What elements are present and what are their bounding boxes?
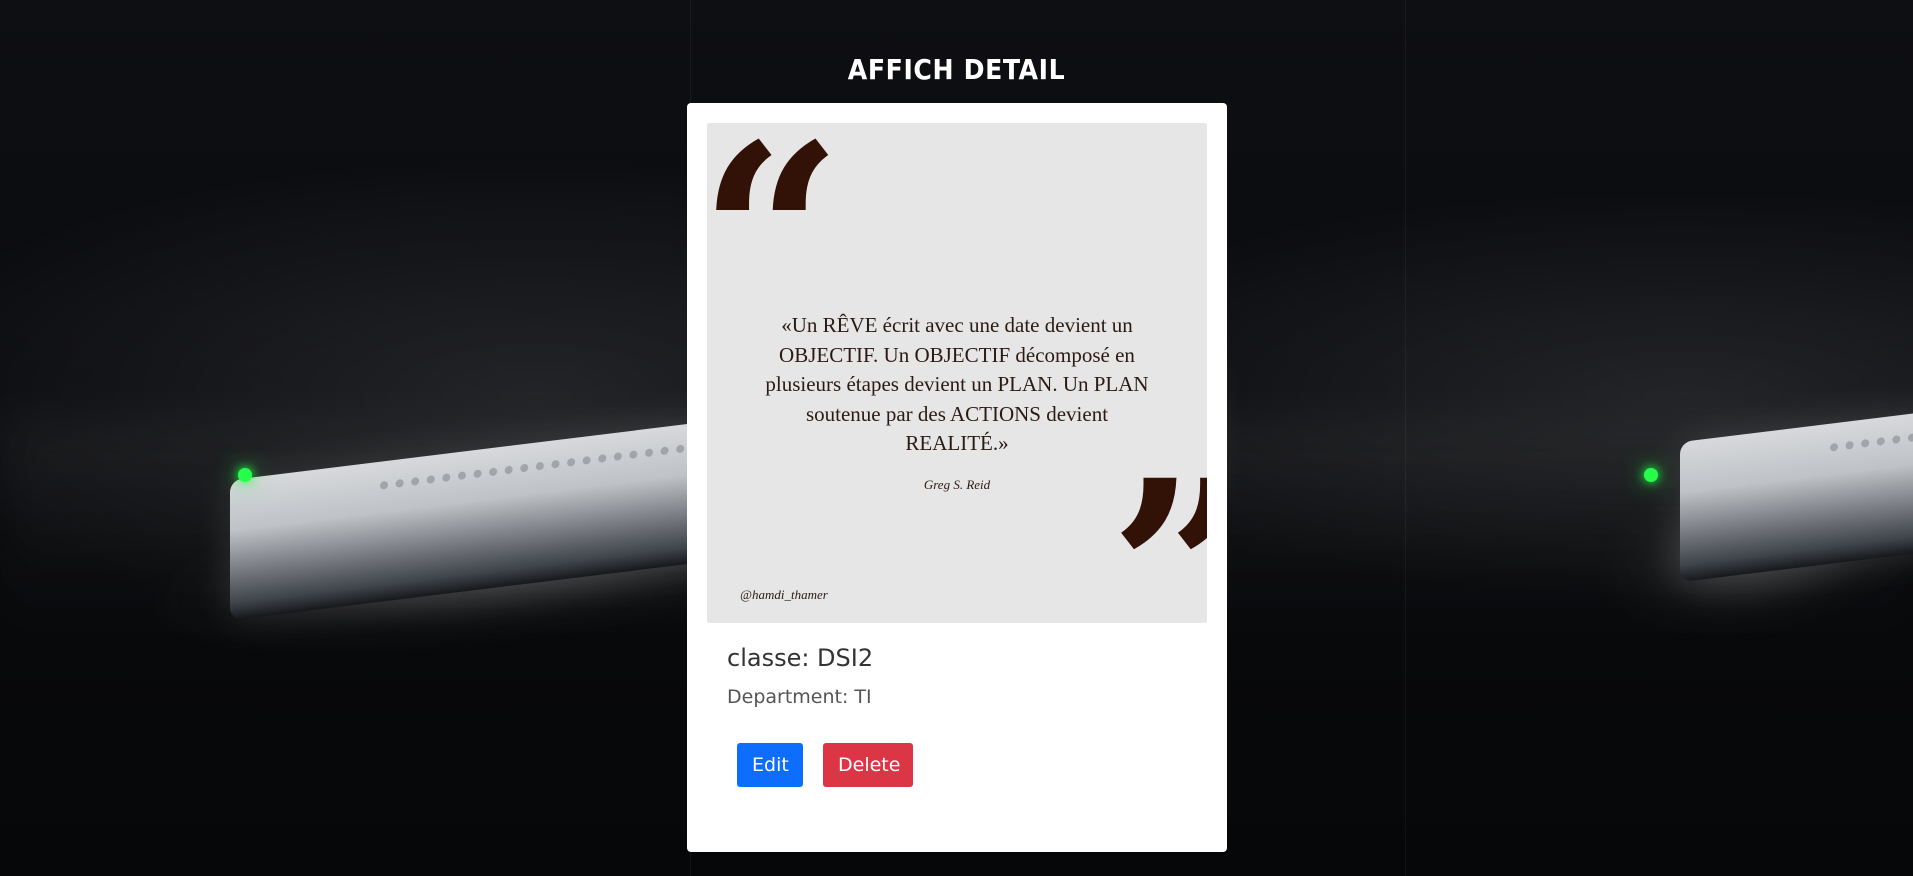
card-body: classe: DSI2 Department: TI Edit Delete xyxy=(707,623,1207,787)
edit-button[interactable]: Edit xyxy=(737,743,803,787)
quote-image: “ «Un RÊVE écrit avec une date devient u… xyxy=(707,123,1207,623)
quote-handle: @hamdi_thamer xyxy=(740,587,828,602)
quote-text: «Un RÊVE écrit avec une date devient un … xyxy=(765,313,1149,455)
close-quote-icon: ” xyxy=(1109,447,1207,623)
class-title: classe: DSI2 xyxy=(727,644,874,672)
page-title: AFFICH DETAIL xyxy=(847,53,1066,86)
detail-card: “ «Un RÊVE écrit avec une date devient u… xyxy=(687,103,1227,852)
card-actions: Edit Delete xyxy=(727,743,1187,787)
department-text: Department: TI xyxy=(727,686,872,708)
page-content: AFFICH DETAIL “ «Un RÊVE écrit avec une … xyxy=(0,0,1913,876)
delete-button[interactable]: Delete xyxy=(823,743,913,787)
